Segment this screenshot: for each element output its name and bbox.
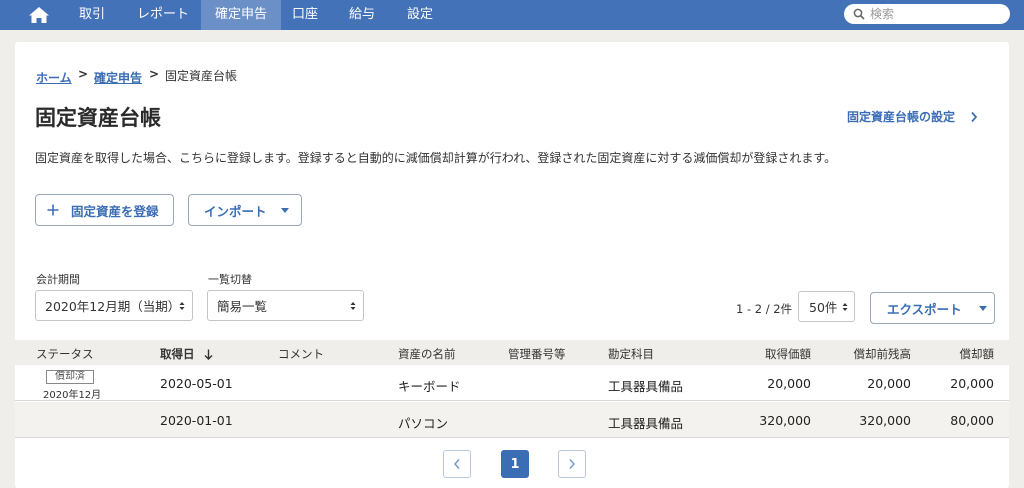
- nav-item-reports[interactable]: レポート: [128, 0, 198, 30]
- col-price: 取得価額: [765, 347, 811, 361]
- col-balance: 償却前残高: [853, 347, 912, 361]
- chevron-down-icon: [978, 305, 987, 311]
- view-label: 一覧切替: [208, 273, 252, 286]
- plus-icon: [47, 204, 59, 216]
- search-icon: [853, 8, 865, 20]
- page-title: 固定資産台帳: [35, 106, 161, 130]
- select-arrows-icon: [350, 301, 356, 310]
- cell-depreciation: 20,000: [950, 376, 994, 391]
- cell-balance: 20,000: [867, 376, 911, 391]
- page-description: 固定資産を取得した場合、こちらに登録します。登録すると自動的に減価償却計算が行わ…: [35, 151, 837, 165]
- cell-name: キーボード: [398, 379, 461, 394]
- col-status: ステータス: [36, 347, 94, 361]
- cell-account: 工具器具備品: [608, 416, 684, 431]
- chevron-right-icon: [569, 458, 576, 470]
- cell-acquired: 2020-05-01: [160, 376, 233, 391]
- table-header: ステータス 取得日 コメント 資産の名前 管理番号等 勘定科目 取得価額 償却前…: [15, 340, 1009, 365]
- settings-link[interactable]: 固定資産台帳の設定: [847, 108, 978, 125]
- cell-price: 20,000: [767, 376, 811, 391]
- cell-name: パソコン: [398, 416, 449, 431]
- col-account: 勘定科目: [608, 347, 654, 361]
- select-arrows-icon: [179, 301, 185, 310]
- col-depreciation: 償却額: [959, 347, 995, 361]
- chevron-left-icon: [453, 458, 460, 470]
- next-page-button[interactable]: [558, 450, 586, 478]
- breadcrumb-parent-wrap: 確定申告: [94, 67, 142, 86]
- select-arrows-icon: [842, 302, 848, 311]
- period-label: 会計期間: [36, 273, 80, 286]
- breadcrumb-current: 固定資産台帳: [165, 69, 238, 83]
- settings-link-label: 固定資産台帳の設定: [847, 110, 956, 124]
- per-page-select[interactable]: 50件: [798, 291, 855, 322]
- nav-item-tax-return[interactable]: 確定申告: [201, 0, 281, 30]
- cell-balance: 320,000: [859, 413, 911, 428]
- breadcrumb: ホーム: [36, 67, 72, 86]
- home-icon[interactable]: [28, 6, 50, 24]
- status-badge: 償却済: [46, 370, 94, 384]
- cell-price: 320,000: [759, 413, 811, 428]
- search-box: [844, 4, 1010, 24]
- col-comment: コメント: [278, 347, 324, 361]
- prev-page-button[interactable]: [443, 450, 471, 478]
- col-acquired-sort[interactable]: 取得日: [160, 346, 213, 362]
- search-input[interactable]: [870, 6, 1000, 22]
- col-name: 資産の名前: [398, 347, 456, 361]
- cell-depreciation: 80,000: [950, 413, 994, 428]
- breadcrumb-separator: >: [149, 67, 160, 81]
- register-asset-button[interactable]: 固定資産を登録: [35, 194, 174, 226]
- sort-arrow-down-icon: [204, 349, 212, 360]
- period-select[interactable]: 2020年12月期（当期）: [35, 290, 193, 321]
- nav-item-transactions[interactable]: 取引: [70, 0, 114, 30]
- table-row[interactable]: 2020-01-01 パソコン 工具器具備品 320,000 320,000 8…: [15, 402, 1009, 438]
- chevron-right-icon: [971, 111, 978, 122]
- nav-item-accounts[interactable]: 口座: [283, 0, 327, 30]
- breadcrumb-parent[interactable]: 確定申告: [94, 71, 142, 85]
- page-number-current[interactable]: 1: [501, 450, 529, 478]
- import-button[interactable]: インポート: [188, 194, 302, 226]
- view-select[interactable]: 簡易一覧: [207, 290, 364, 321]
- breadcrumb-home[interactable]: ホーム: [36, 71, 72, 85]
- export-label: エクスポート: [887, 301, 962, 317]
- import-label: インポート: [204, 203, 267, 219]
- col-mgmt-no: 管理番号等: [508, 347, 566, 361]
- breadcrumb-separator: >: [78, 67, 89, 81]
- nav-item-settings[interactable]: 設定: [398, 0, 442, 30]
- nav-item-payroll[interactable]: 給与: [340, 0, 384, 30]
- chevron-down-icon: [280, 207, 289, 213]
- cell-acquired: 2020-01-01: [160, 413, 233, 428]
- col-acquired: 取得日: [160, 347, 195, 361]
- table-row[interactable]: 償却済 2020年12月 2020-05-01 キーボード 工具器具備品 20,…: [15, 365, 1009, 401]
- result-count: 1 - 2 / 2件: [736, 302, 793, 316]
- export-button[interactable]: エクスポート: [870, 292, 995, 324]
- per-page-value: 50件: [809, 300, 838, 315]
- period-select-value: 2020年12月期（当期）: [45, 299, 181, 314]
- view-select-value: 簡易一覧: [217, 299, 268, 314]
- status-date: 2020年12月: [43, 390, 102, 401]
- cell-account: 工具器具備品: [608, 379, 684, 394]
- register-asset-label: 固定資産を登録: [71, 203, 159, 219]
- top-nav: 取引 レポート 確定申告 口座 給与 設定: [0, 0, 1024, 30]
